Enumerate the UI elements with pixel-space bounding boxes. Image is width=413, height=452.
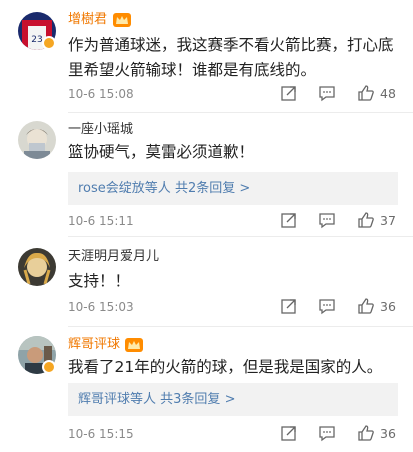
comment-item: 一座小瑶城 篮协硬气，莫雷必须道歉！ rose会绽放等人 共2条回复 > 10-… [0, 112, 413, 236]
reply-count[interactable]: 共2条回复 [175, 181, 235, 196]
reply-users[interactable]: rose会绽放等人 [78, 181, 171, 196]
like-count: 48 [380, 86, 396, 101]
share-icon[interactable] [280, 424, 298, 442]
comment-text: 作为普通球迷，我这赛季不看火箭比赛，打心底 里希望火箭输球！谁都是有底线的。 [68, 36, 394, 79]
verified-badge-icon [42, 36, 56, 50]
like-icon[interactable] [357, 424, 375, 442]
comment-icon[interactable] [318, 424, 336, 442]
comment-time: 10-6 15:08 [68, 87, 134, 101]
share-icon[interactable] [280, 84, 298, 102]
commenter-name[interactable]: 辉哥评球 [68, 337, 120, 353]
commenter-name[interactable]: 一座小瑶城 [68, 122, 133, 138]
commenter-name[interactable]: 天涯明月爱月儿 [68, 249, 159, 265]
chevron-right-icon: > [224, 392, 236, 407]
chevron-right-icon: > [239, 181, 251, 196]
vip-crown-icon [125, 338, 143, 352]
like-icon[interactable] [357, 211, 375, 229]
reply-count[interactable]: 共3条回复 [160, 392, 220, 407]
like-count: 37 [380, 213, 396, 228]
comment-time: 10-6 15:15 [68, 427, 134, 441]
comment-text: 支持！！ [68, 272, 131, 290]
comment-icon[interactable] [318, 211, 336, 229]
avatar[interactable] [18, 121, 56, 159]
commenter-name[interactable]: 增樹君 [68, 12, 107, 28]
comment-text: 我看了21年的火箭的球，但是我是国家的人。 [68, 358, 383, 376]
reply-users[interactable]: 辉哥评球等人 [78, 392, 156, 407]
share-icon[interactable] [280, 297, 298, 315]
comment-item: 辉哥评球 我看了21年的火箭的球，但是我是国家的人。 辉哥评球等人 共3条回复 … [0, 326, 413, 452]
comment-icon[interactable] [318, 297, 336, 315]
comment-time: 10-6 15:11 [68, 214, 134, 228]
verified-badge-icon [42, 360, 56, 374]
reply-summary[interactable]: rose会绽放等人 共2条回复 > [68, 172, 398, 205]
share-icon[interactable] [280, 211, 298, 229]
like-count: 36 [380, 299, 396, 314]
comment-item: 天涯明月爱月儿 支持！！ 10-6 15:03 36 [0, 236, 413, 326]
comment-item: 23 增樹君 作为普通球迷，我这赛季不看火箭比赛，打心底 里希望火箭输球！谁都是… [0, 0, 413, 112]
like-icon[interactable] [357, 297, 375, 315]
comment-icon[interactable] [318, 84, 336, 102]
like-icon[interactable] [357, 84, 375, 102]
comment-text: 篮协硬气，莫雷必须道歉！ [68, 143, 255, 161]
like-count: 36 [380, 426, 396, 441]
svg-text:23: 23 [31, 35, 42, 45]
vip-crown-icon [113, 13, 131, 27]
comment-time: 10-6 15:03 [68, 300, 134, 314]
reply-summary[interactable]: 辉哥评球等人 共3条回复 > [68, 383, 398, 416]
avatar[interactable] [18, 248, 56, 286]
